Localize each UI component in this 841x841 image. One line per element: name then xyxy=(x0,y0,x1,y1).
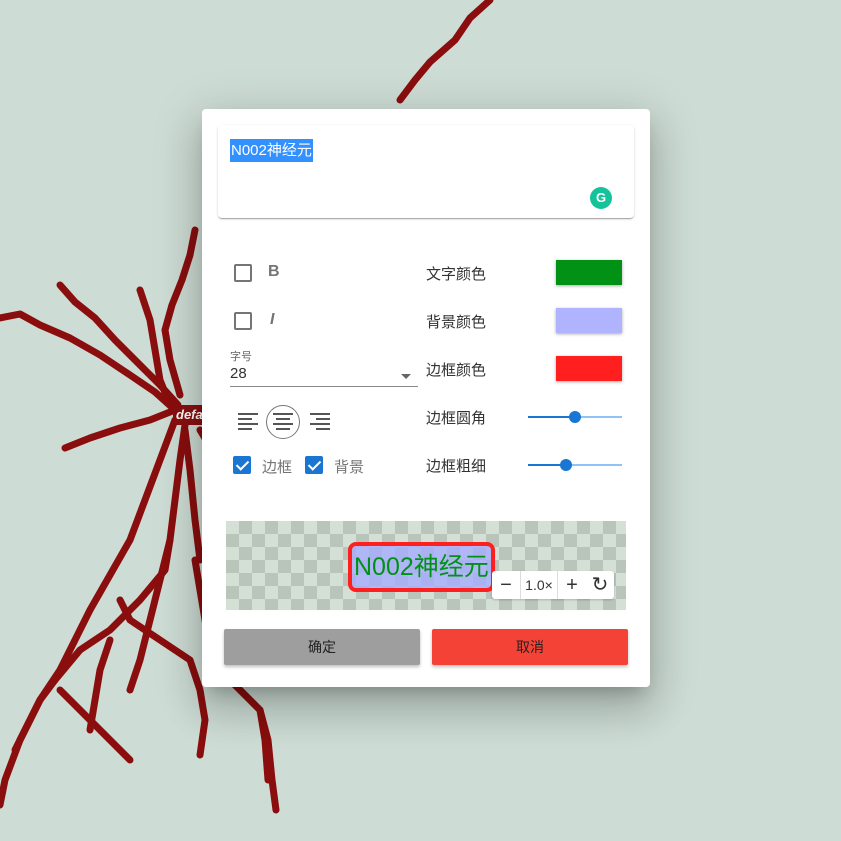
border-radius-slider[interactable] xyxy=(528,411,622,423)
background-toggle-label: 背景 xyxy=(334,459,365,476)
italic-label: I xyxy=(270,311,275,328)
bold-label: B xyxy=(268,263,280,280)
border-color-label: 边框颜色 xyxy=(426,362,487,379)
label-preview: N002神经元 − 1.0× + ↻ xyxy=(226,521,626,610)
border-checkbox[interactable] xyxy=(233,456,251,474)
font-size-underline xyxy=(230,386,418,387)
background-color-label: 背景颜色 xyxy=(426,314,487,331)
zoom-level: 1.0× xyxy=(520,571,558,599)
preview-label: N002神经元 xyxy=(348,542,495,592)
label-text-value[interactable]: N002神经元 xyxy=(230,139,313,162)
border-width-slider-thumb[interactable] xyxy=(559,459,572,471)
label-text-input[interactable]: N002神经元 G xyxy=(218,125,634,218)
label-edit-dialog: N002神经元 G B I 字号 28 边框 背景 文字颜色 背景颜色 边框颜色 xyxy=(202,109,650,687)
align-right-icon[interactable] xyxy=(310,413,330,431)
border-radius-label: 边框圆角 xyxy=(426,410,487,427)
bold-checkbox[interactable] xyxy=(234,264,252,282)
border-radius-slider-thumb[interactable] xyxy=(569,411,581,423)
confirm-button[interactable]: 确定 xyxy=(224,629,420,665)
background-color-swatch[interactable] xyxy=(556,308,622,333)
text-color-swatch[interactable] xyxy=(556,260,622,285)
background-checkbox[interactable] xyxy=(305,456,323,474)
font-size-select[interactable]: 28 xyxy=(230,365,247,382)
text-color-label: 文字颜色 xyxy=(426,266,487,283)
border-width-label: 边框粗细 xyxy=(426,458,487,475)
italic-checkbox[interactable] xyxy=(234,312,252,330)
font-size-caption: 字号 xyxy=(230,351,252,363)
reset-zoom-icon[interactable]: ↻ xyxy=(586,571,614,599)
chevron-down-icon[interactable] xyxy=(401,374,411,379)
border-color-swatch[interactable] xyxy=(556,356,622,381)
border-radius-slider-fill xyxy=(528,416,575,418)
zoom-out-button[interactable]: − xyxy=(492,571,520,599)
zoom-in-button[interactable]: + xyxy=(558,571,586,599)
grammarly-icon[interactable]: G xyxy=(590,187,612,209)
align-left-icon[interactable] xyxy=(238,413,258,431)
align-center-icon[interactable] xyxy=(273,413,293,431)
zoom-controls: − 1.0× + ↻ xyxy=(492,571,614,599)
border-toggle-label: 边框 xyxy=(262,459,293,476)
cancel-button[interactable]: 取消 xyxy=(432,629,628,665)
border-width-slider[interactable] xyxy=(528,459,622,471)
